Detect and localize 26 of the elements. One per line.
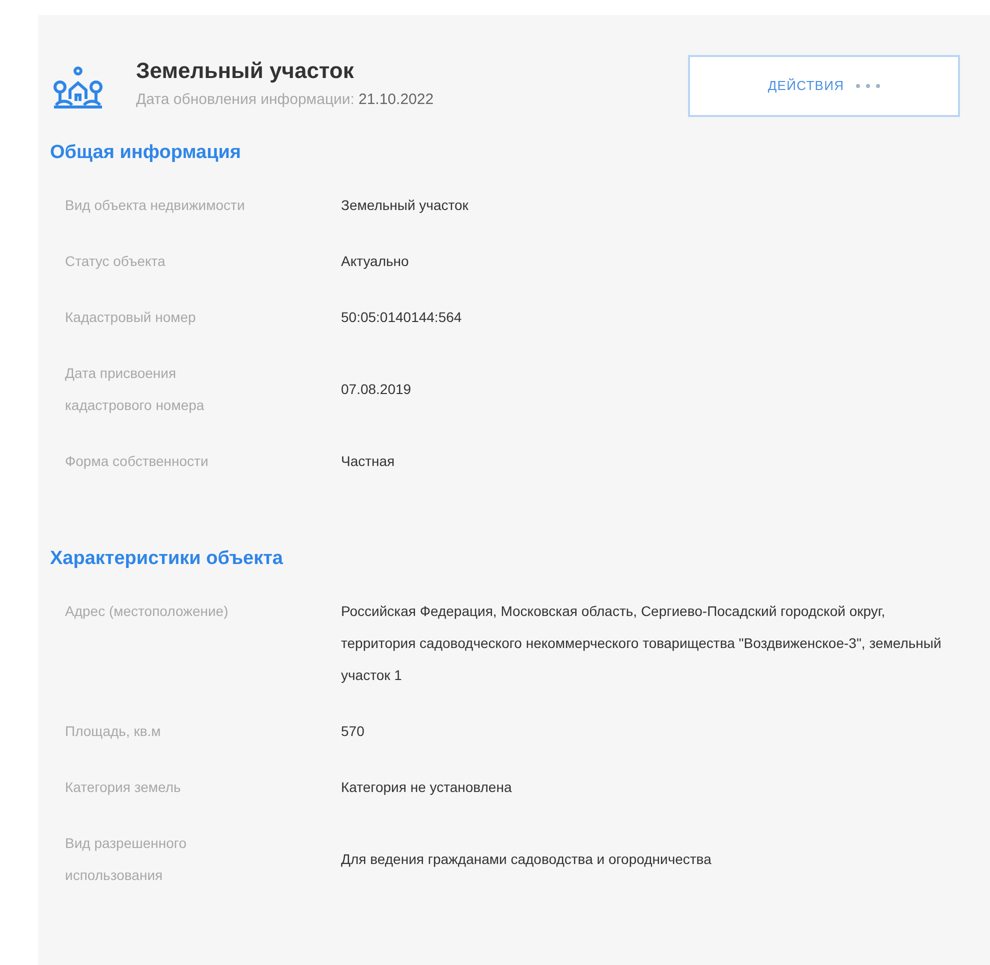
- field-label: Кадастровый номер: [65, 308, 197, 327]
- section-heading: Общая информация: [50, 141, 242, 165]
- field-label: Дата присвоения кадастрового номера: [65, 364, 206, 415]
- field-value: Категория не установлена: [341, 778, 513, 797]
- field-value: Земельный участок: [341, 196, 470, 215]
- field-value: Российская Федерация, Московская область, Сергиево-Посадский городской округ, территория садоводческого некоммерческого товарищества "Воздвиженское-3", земельный участок 1: [341, 602, 942, 685]
- update-date: 21.10.2022: [358, 90, 434, 110]
- field-label: Адрес (местоположение): [65, 602, 230, 621]
- field-value: Для ведения гражданами садоводства и огородничества: [341, 850, 712, 869]
- field-value: 07.08.2019: [341, 380, 412, 399]
- field-value: Актуально: [341, 252, 410, 271]
- field-label: Вид разрешенного использования: [65, 834, 188, 885]
- field-label: Форма собственности: [65, 452, 210, 471]
- field-label: Площадь, кв.м: [65, 722, 162, 741]
- update-date-label: Дата обновления информации:: [136, 90, 354, 110]
- field-value: 570: [341, 722, 366, 741]
- page-title: Земельный участок: [136, 57, 355, 85]
- field-label: Статус объекта: [65, 252, 166, 271]
- section-heading: Характеристики объекта: [50, 547, 284, 571]
- actions-button[interactable]: ДЕЙСТВИЯ: [688, 55, 960, 117]
- field-value: 50:05:0140144:564: [341, 308, 463, 327]
- field-label: Вид объекта недвижимости: [65, 196, 246, 215]
- field-label: Категория земель: [65, 778, 182, 797]
- houses-trees-icon: [52, 65, 104, 111]
- field-value: Частная: [341, 452, 396, 471]
- more-icon: [856, 84, 880, 88]
